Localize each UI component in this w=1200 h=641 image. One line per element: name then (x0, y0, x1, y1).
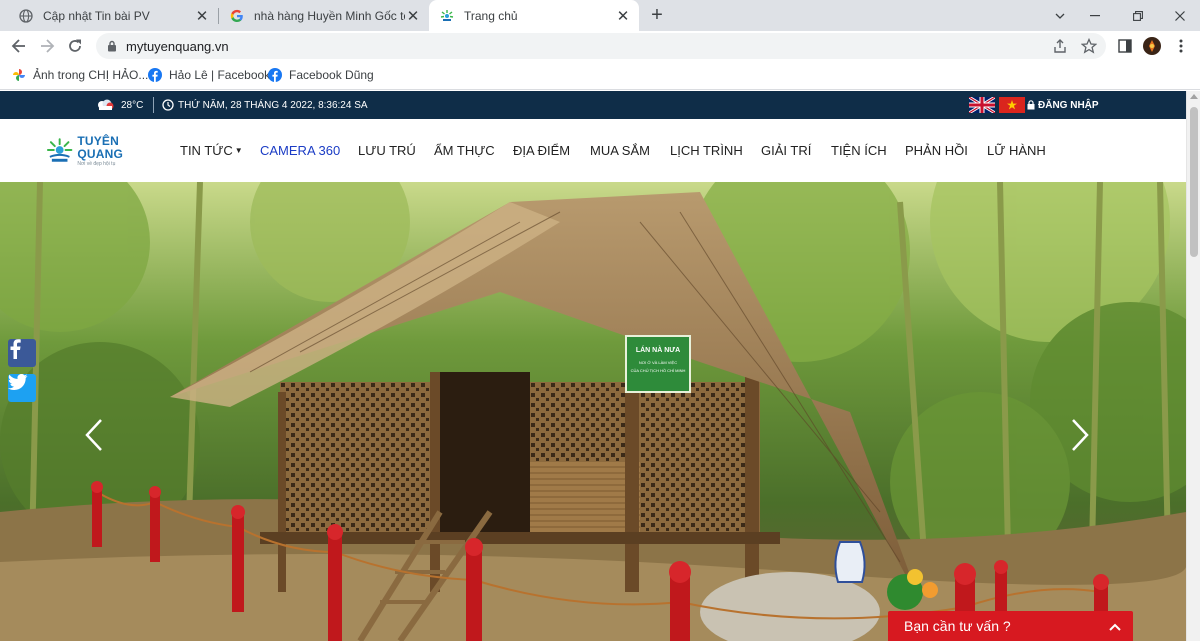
clock-icon (162, 99, 174, 111)
logo-brand-text: TUYÊN QUANG (77, 133, 123, 161)
divider (153, 97, 154, 113)
menu-label: CAMERA 360 (260, 142, 341, 158)
bookmark-label: Hảo Lê | Facebook (169, 68, 271, 82)
sign-line-2: CỦA CHỦ TỊCH HỒ CHÍ MINH (631, 368, 686, 373)
date-time-widget: THỨ NĂM, 28 THÁNG 4 2022, 8:36:24 SA (162, 91, 368, 119)
weather-cloud-icon (95, 99, 115, 111)
browser-tab-1[interactable]: Cập nhật Tin bài PV ✕ (8, 0, 218, 31)
forward-arrow-icon[interactable] (36, 35, 58, 57)
browser-tab-title: Trang chủ (464, 8, 518, 23)
close-tab-icon[interactable]: ✕ (405, 8, 421, 25)
lock-icon[interactable] (107, 40, 117, 55)
menu-label: ĐỊA ĐIỂM (513, 142, 571, 158)
reload-icon[interactable] (64, 35, 86, 57)
menu-label: ẨM THỰC (434, 142, 495, 158)
address-bar[interactable]: mytuyenquang.vn (96, 33, 1106, 59)
menu-item-giai-tri[interactable]: GIẢI TRÍ (761, 141, 811, 159)
close-window-icon[interactable] (1160, 0, 1200, 31)
vietnam-flag-icon[interactable] (999, 97, 1025, 113)
browser-tab-3[interactable]: Trang chủ ✕ (429, 0, 639, 31)
slider-next-arrow-icon[interactable] (1071, 418, 1101, 458)
menu-label: LỮ HÀNH (987, 142, 1046, 158)
menu-item-luu-tru[interactable]: LƯU TRÚ (358, 141, 416, 159)
browser-tab-strip: Cập nhật Tin bài PV ✕ nhà hàng Huyền Min… (0, 0, 1200, 31)
login-link[interactable]: ĐĂNG NHẬP (1027, 91, 1099, 119)
browser-tab-title: nhà hàng Huyền Minh Gốc tếch - (254, 8, 405, 23)
share-icon[interactable] (1052, 38, 1068, 54)
close-tab-icon[interactable]: ✕ (194, 8, 210, 25)
tab-search-icon[interactable] (1040, 0, 1080, 31)
menu-item-dia-diem[interactable]: ĐỊA ĐIỂM (513, 141, 570, 159)
chevron-up-icon (1109, 618, 1121, 634)
caret-down-icon: ▼ (234, 145, 243, 155)
google-icon (229, 8, 245, 24)
menu-item-lich-trinh[interactable]: LỊCH TRÌNH (670, 141, 743, 159)
scrollbar-thumb[interactable] (1190, 107, 1198, 257)
temperature-text: 28°C (121, 99, 144, 111)
bookmark-star-icon[interactable] (1080, 37, 1098, 54)
menu-label: LỊCH TRÌNH (670, 142, 743, 158)
menu-item-mua-sam[interactable]: MUA SẮM (590, 141, 650, 159)
menu-item-am-thuc[interactable]: ẨM THỰC (434, 141, 495, 159)
date-time-text: THỨ NĂM, 28 THÁNG 4 2022, 8:36:24 SA (178, 99, 368, 111)
menu-label: LƯU TRÚ (358, 142, 416, 158)
slider-prev-arrow-icon[interactable] (85, 418, 115, 458)
more-options-icon[interactable] (1172, 37, 1190, 55)
hero-slider: LÁN NÀ NƯA NƠI Ở VÀ LÀM VIỆC CỦA CHỦ TỊC… (0, 182, 1186, 641)
bookmark-item[interactable]: Hảo Lê | Facebook (147, 67, 270, 83)
logo-mark-icon (46, 138, 73, 162)
lock-icon (1027, 100, 1035, 110)
menu-label: TIỆN ÍCH (831, 142, 887, 158)
page-scrollbar[interactable] (1186, 91, 1200, 641)
minimize-icon[interactable] (1075, 0, 1115, 31)
consult-chat-button[interactable]: Bạn cần tư vấn ? (888, 611, 1133, 641)
twitter-share-icon[interactable] (8, 374, 36, 402)
restore-icon[interactable] (1118, 0, 1158, 31)
english-flag-icon[interactable] (969, 97, 995, 113)
bookmark-label: Facebook Dũng (289, 68, 374, 82)
bookmarks-bar: Ảnh trong CHỊ HẢO... Hảo Lê | Facebook F… (0, 61, 1200, 90)
close-tab-icon[interactable]: ✕ (615, 8, 631, 25)
site-top-bar: 28°C THỨ NĂM, 28 THÁNG 4 2022, 8:36:24 S… (0, 91, 1186, 119)
bookmark-item[interactable]: Facebook Dũng (267, 67, 374, 83)
browser-tab-2[interactable]: nhà hàng Huyền Minh Gốc tếch - ✕ (219, 0, 429, 31)
menu-label: PHẢN HỒI (905, 142, 968, 158)
consult-label: Bạn cần tư vấn ? (904, 618, 1011, 634)
browser-tab-title: Cập nhật Tin bài PV (43, 8, 150, 23)
logo-slogan-text: Nơi về đẹp hội tụ (77, 160, 116, 167)
menu-item-lu-hanh[interactable]: LỮ HÀNH (987, 141, 1046, 159)
url-text[interactable]: mytuyenquang.vn (126, 39, 229, 54)
globe-icon (18, 8, 34, 24)
back-arrow-icon[interactable] (8, 35, 30, 57)
side-panel-icon[interactable] (1116, 37, 1134, 55)
hero-image: LÁN NÀ NƯA NƠI Ở VÀ LÀM VIỆC CỦA CHỦ TỊC… (0, 182, 1186, 641)
profile-avatar[interactable] (1143, 37, 1161, 55)
site-logo-icon (439, 8, 455, 24)
site-logo[interactable]: TUYÊN QUANG Nơi về đẹp hội tụ (46, 133, 166, 167)
menu-item-tin-tuc[interactable]: TIN TỨC ▼ (180, 141, 243, 159)
site-navigation: TUYÊN QUANG Nơi về đẹp hội tụ TIN TỨC ▼ C… (0, 119, 1186, 182)
facebook-icon (147, 67, 163, 83)
menu-item-tien-ich[interactable]: TIỆN ÍCH (831, 141, 887, 159)
menu-item-phan-hoi[interactable]: PHẢN HỒI (905, 141, 968, 159)
weather-widget: 28°C (95, 91, 143, 119)
bookmark-label: Ảnh trong CHỊ HẢO... (33, 68, 149, 82)
menu-label: GIẢI TRÍ (761, 142, 812, 158)
browser-toolbar: mytuyenquang.vn (0, 31, 1200, 61)
facebook-icon (267, 67, 283, 83)
scroll-up-arrow-icon[interactable] (1190, 94, 1198, 99)
menu-item-camera-360[interactable]: CAMERA 360 (260, 141, 340, 159)
sign-title: LÁN NÀ NƯA (636, 345, 680, 354)
menu-label: TIN TỨC (180, 142, 233, 158)
facebook-share-icon[interactable] (8, 339, 36, 367)
menu-label: MUA SẮM (590, 142, 650, 158)
google-photos-icon (11, 67, 27, 83)
sign-line-1: NƠI Ở VÀ LÀM VIỆC (639, 360, 677, 365)
login-label: ĐĂNG NHẬP (1038, 99, 1099, 111)
new-tab-button[interactable]: + (647, 5, 667, 25)
bookmark-item[interactable]: Ảnh trong CHỊ HẢO... (11, 67, 148, 83)
